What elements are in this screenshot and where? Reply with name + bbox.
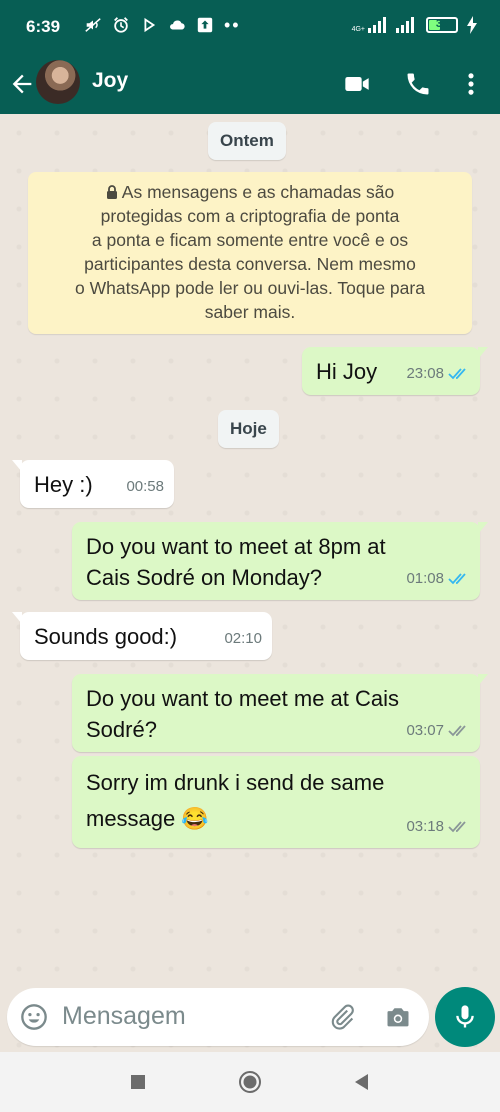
upload-icon (197, 17, 213, 33)
message-bubble-outgoing[interactable]: Hi Joy 23:08 (302, 347, 488, 395)
message-input[interactable]: Mensagem (62, 1002, 186, 1031)
message-bubble-incoming[interactable]: Sounds good:) 02:10 (12, 612, 272, 660)
emoji-icon[interactable] (20, 1003, 48, 1031)
alarm-icon (114, 17, 128, 33)
battery-icon: 39 (426, 17, 458, 33)
notice-line: a ponta e ficam somente entre você e os (91, 230, 409, 250)
date-chip-yesterday: Ontem (208, 122, 286, 160)
chat-header: Joy (0, 56, 500, 114)
message-text: Sorry im drunk i send de same message 😂 (86, 765, 384, 837)
lock-icon (106, 185, 117, 199)
message-text: Hi Joy (316, 359, 378, 384)
chat-area[interactable]: Ontem As mensagens e as chamadas são pro… (0, 114, 500, 1052)
status-icons-right: 4G+ 39 (352, 16, 478, 34)
signal-icon (396, 17, 414, 33)
message-meta: 03:18 (406, 811, 470, 842)
message-text: Do you want to meet at 8pm at Cais Sodré… (86, 531, 386, 593)
attach-icon[interactable] (328, 1003, 356, 1031)
notice-line: o WhatsApp pode ler ou ouvi-las. Toque p… (75, 278, 425, 298)
message-line: Do you want to meet me at Cais (86, 686, 400, 711)
message-time: 23:08 (406, 365, 444, 382)
read-ticks-icon (448, 367, 466, 379)
camera-icon[interactable] (384, 1003, 412, 1031)
message-time: 03:07 (406, 722, 444, 739)
delivered-ticks-icon (448, 724, 466, 736)
message-time: 00:58 (126, 478, 164, 495)
mic-button[interactable] (435, 987, 495, 1047)
delivered-ticks-icon (448, 820, 466, 832)
message-meta: 00:58 (126, 471, 164, 502)
message-meta: 02:10 (224, 623, 262, 654)
more-vert-icon[interactable] (457, 70, 485, 98)
charging-icon (467, 16, 477, 34)
back-icon[interactable] (350, 1070, 374, 1094)
battery-level: 39 (435, 18, 449, 30)
message-text: Do you want to meet me at Cais Sodré? (86, 683, 399, 745)
message-bubble-outgoing[interactable]: Do you want to meet me at Cais Sodré? 03… (72, 674, 488, 752)
message-time: 02:10 (224, 630, 262, 647)
cloud-icon (170, 20, 185, 30)
message-meta: 01:08 (406, 563, 470, 594)
system-nav-bar (0, 1052, 500, 1112)
video-call-icon[interactable] (343, 70, 371, 98)
status-bar: 6:39 •• 4G+ 39 (0, 0, 500, 56)
status-time: 6:39 (26, 17, 61, 36)
message-meta: 23:08 (406, 358, 470, 389)
message-bubble-outgoing[interactable]: Sorry im drunk i send de same message 😂 … (72, 756, 480, 848)
message-line: Sodré? (86, 717, 157, 742)
message-text: Hey :) (34, 472, 93, 497)
message-line: Cais Sodré on Monday? (86, 565, 323, 590)
network-type: 4G+ (351, 26, 365, 33)
message-time: 03:18 (406, 818, 444, 835)
signal-icon: 4G+ (352, 17, 388, 33)
phone-icon[interactable] (404, 70, 432, 98)
notice-line: protegidas com a criptografia de ponta (100, 206, 400, 226)
mute-icon (85, 18, 101, 32)
recents-icon[interactable] (126, 1070, 150, 1094)
notice-line: As mensagens e as chamadas são (42, 180, 458, 204)
message-composer[interactable]: Mensagem (7, 988, 429, 1046)
message-bubble-incoming[interactable]: Hey :) 00:58 (12, 460, 174, 508)
message-line: Do you want to meet at 8pm at (86, 534, 386, 559)
status-icons-left: •• (84, 16, 241, 34)
message-time: 01:08 (406, 570, 444, 587)
back-arrow-icon[interactable] (8, 70, 36, 98)
notice-line: saber mais. (204, 302, 296, 322)
read-ticks-icon (448, 572, 466, 584)
avatar[interactable] (36, 60, 80, 104)
home-icon[interactable] (238, 1070, 262, 1094)
message-text: Sounds good:) (34, 624, 178, 649)
message-line: message 😂 (86, 806, 209, 831)
mic-icon (456, 1005, 474, 1028)
message-meta: 03:07 (406, 715, 470, 746)
contact-name[interactable]: Joy (92, 69, 128, 93)
more-notifications-icon: •• (224, 15, 241, 35)
message-line: Sorry im drunk i send de same (86, 770, 385, 795)
message-bubble-outgoing[interactable]: Do you want to meet at 8pm at Cais Sodré… (72, 522, 488, 600)
date-chip-today: Hoje (218, 410, 279, 448)
play-icon (144, 17, 156, 33)
notice-line: participantes desta conversa. Nem mesmo (84, 254, 416, 274)
encryption-notice[interactable]: As mensagens e as chamadas são protegida… (28, 172, 472, 334)
